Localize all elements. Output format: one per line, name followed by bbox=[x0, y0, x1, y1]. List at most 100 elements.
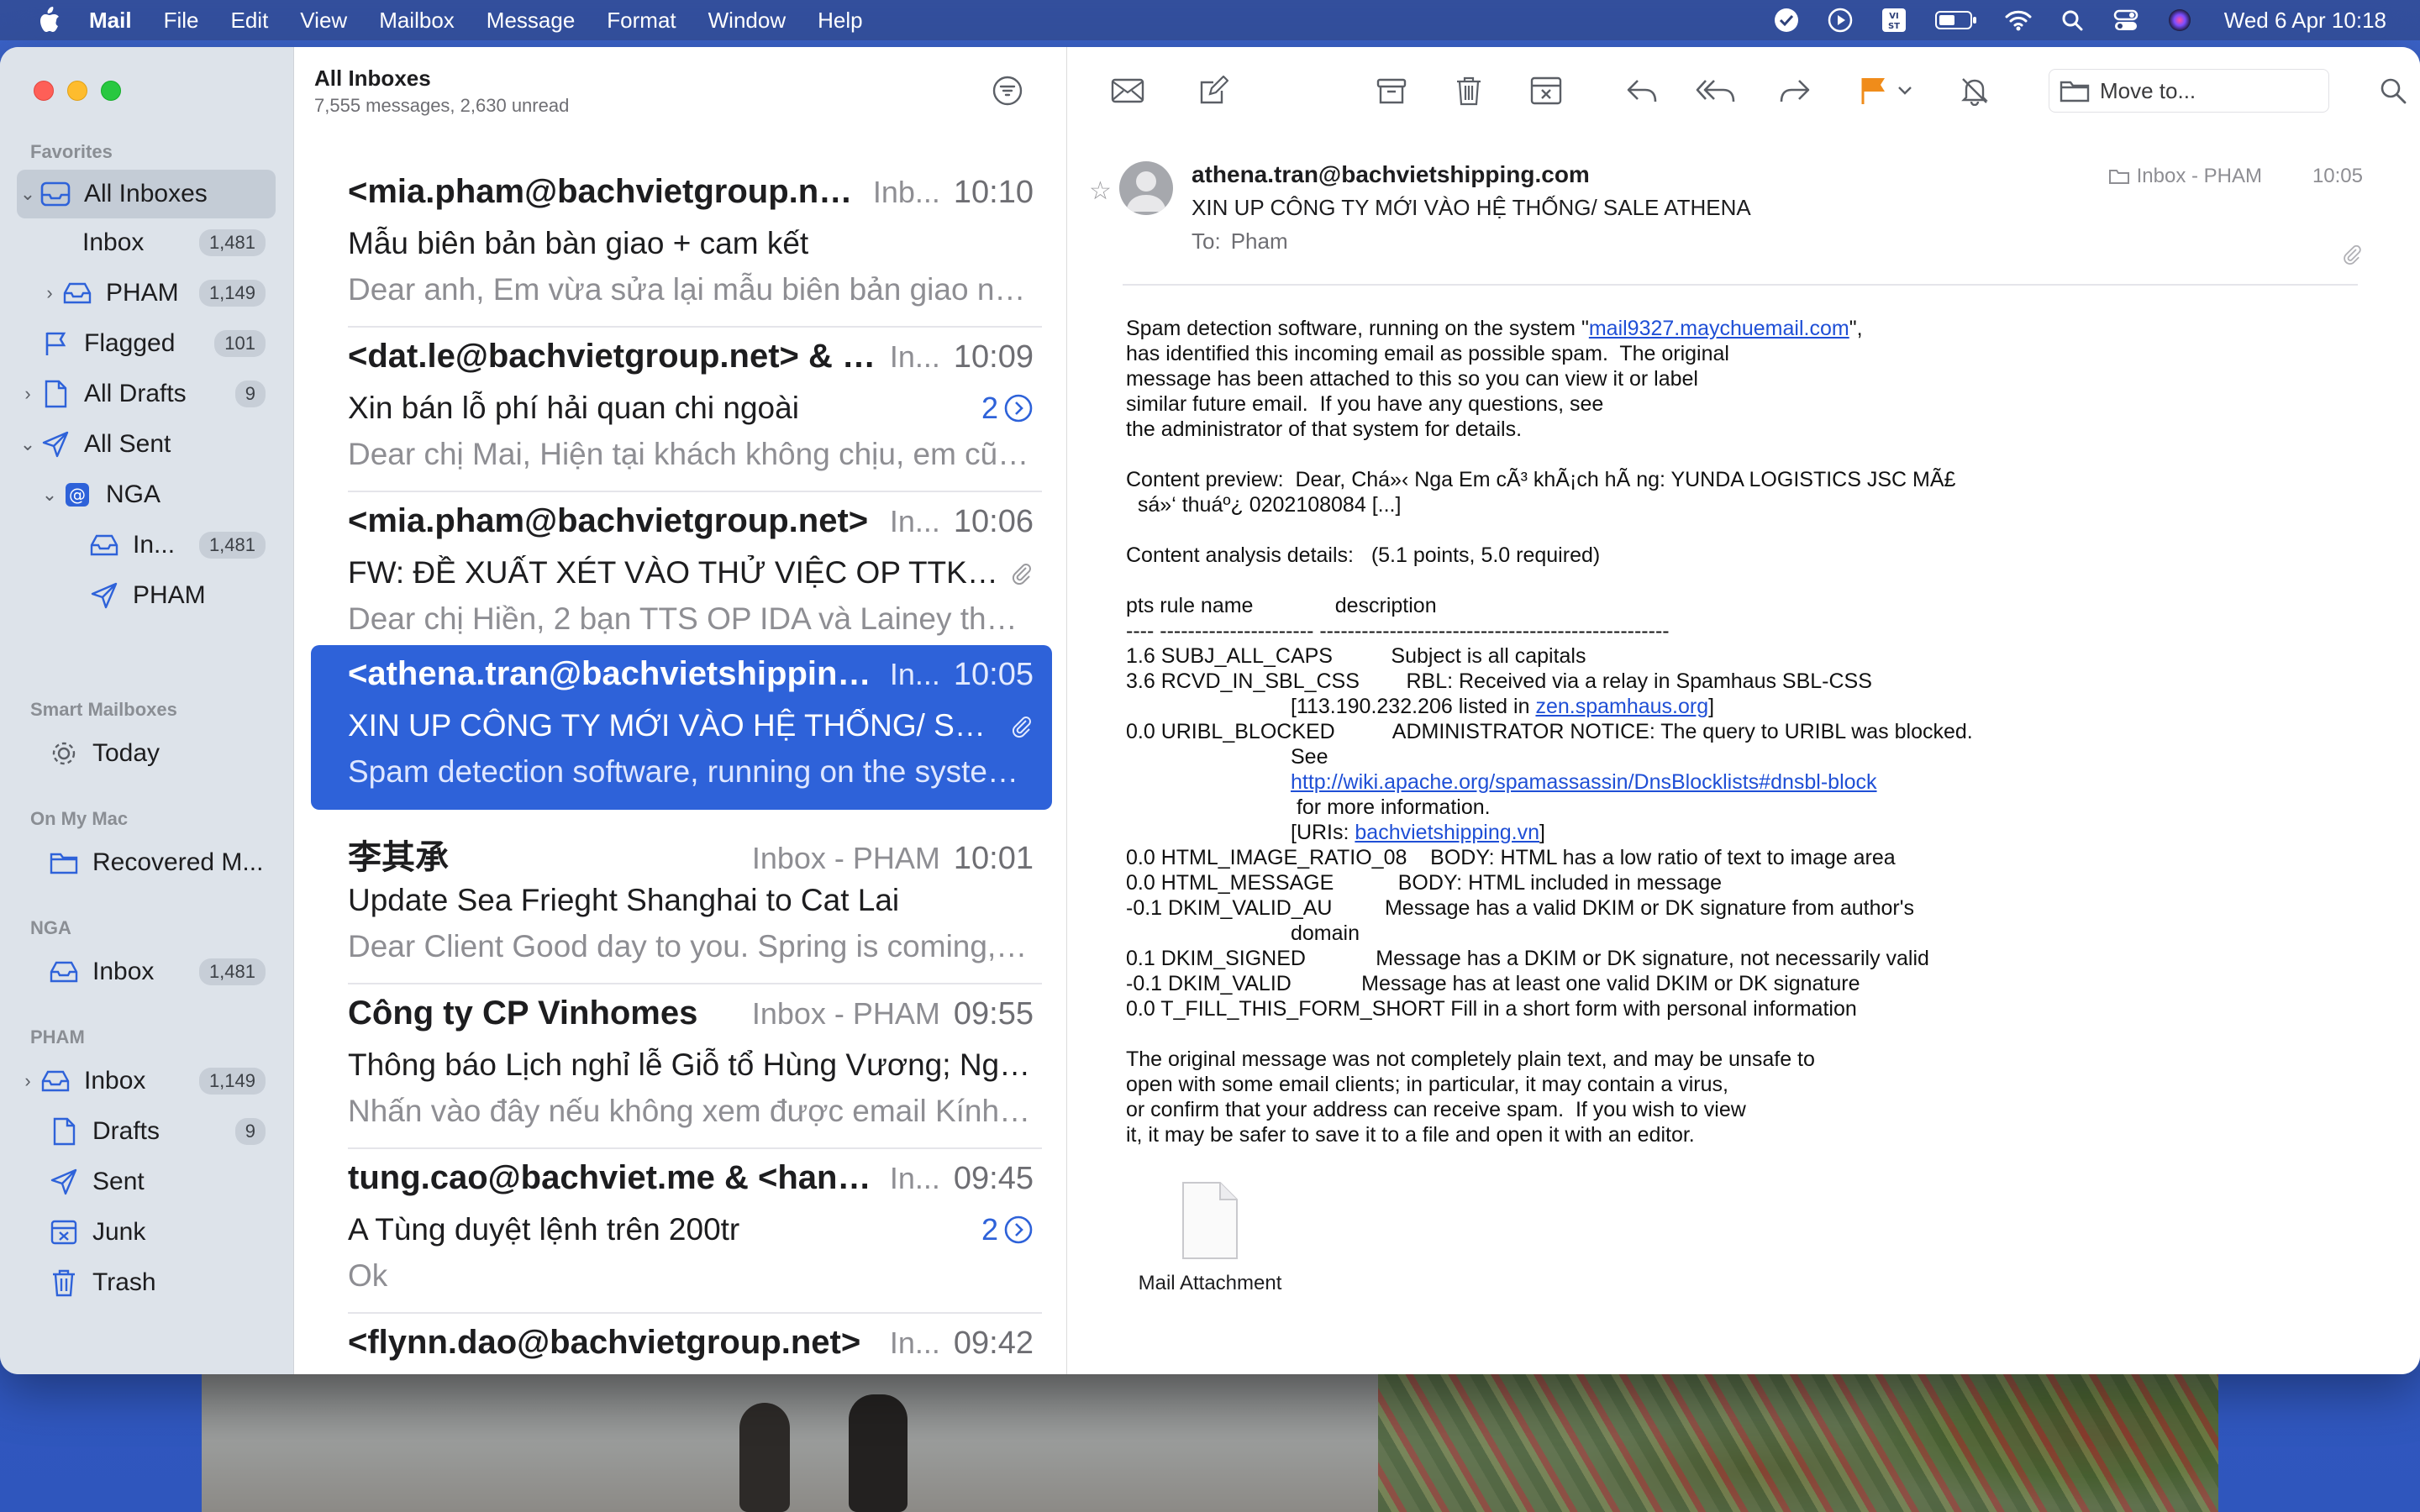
chevron-down-icon[interactable]: ⌄ bbox=[17, 183, 39, 205]
sidebar-item-pham[interactable]: › PHAM 1,149 bbox=[17, 269, 276, 318]
chevron-right-circle-icon bbox=[1004, 1215, 1033, 1244]
sidebar-item-pham-inbox[interactable]: › Inbox 1,149 bbox=[17, 1057, 276, 1105]
sidebar-item-sent-pham[interactable]: PHAM bbox=[17, 571, 276, 620]
zoom-window-button[interactable] bbox=[101, 81, 121, 101]
paper-plane-icon bbox=[39, 428, 72, 461]
thread-count[interactable]: 2 bbox=[981, 391, 1034, 426]
body-line: ---- ---------------------- ------------… bbox=[1126, 619, 1670, 643]
spam-system-link[interactable]: mail9327.maychuemail.com bbox=[1589, 317, 1849, 340]
sidebar-item-label: In... bbox=[133, 531, 176, 559]
compose-icon bbox=[1200, 76, 1228, 104]
message-row[interactable]: <mia.pham@bachvietgroup.net> In... 10:06 F… bbox=[311, 492, 1052, 657]
message-row[interactable]: <mia.pham@bachvietgroup.net> Inb... 10:10 … bbox=[311, 163, 1052, 328]
unread-count-badge: 1,481 bbox=[198, 958, 266, 985]
archive-button[interactable] bbox=[1371, 71, 1412, 111]
sidebar-item-nga-inbox[interactable]: In... 1,481 bbox=[17, 521, 276, 570]
menu-view[interactable]: View bbox=[300, 8, 347, 34]
thread-count-label: 2 bbox=[981, 391, 998, 425]
chevron-down-icon[interactable]: ⌄ bbox=[39, 484, 60, 506]
battery-icon[interactable] bbox=[1933, 6, 1979, 34]
message-row-selected[interactable]: <athena.tran@bachvietshipping.com> In... 1… bbox=[311, 645, 1052, 810]
forward-button[interactable] bbox=[1775, 71, 1815, 111]
sidebar-item-pham-drafts[interactable]: Drafts 9 bbox=[17, 1107, 276, 1156]
message-row[interactable]: Công ty CP Vinhomes Inbox - PHAM 09:55 Thô… bbox=[311, 984, 1052, 1149]
menu-format[interactable]: Format bbox=[607, 8, 676, 34]
junk-button[interactable] bbox=[1526, 71, 1566, 111]
chevron-right-icon[interactable]: › bbox=[17, 383, 39, 405]
menu-file[interactable]: File bbox=[164, 8, 199, 34]
uri-link[interactable]: bachvietshipping.vn bbox=[1355, 821, 1539, 844]
get-mail-button[interactable] bbox=[1107, 71, 1148, 111]
apache-wiki-link[interactable]: http://wiki.apache.org/spamassassin/DnsB… bbox=[1291, 770, 1877, 794]
compose-button[interactable] bbox=[1193, 71, 1234, 111]
menu-window[interactable]: Window bbox=[708, 8, 786, 34]
thread-count[interactable]: 2 bbox=[981, 1212, 1034, 1247]
spamhaus-link[interactable]: zen.spamhaus.org bbox=[1535, 695, 1708, 718]
tray-icon bbox=[39, 1064, 72, 1098]
menu-mailbox[interactable]: Mailbox bbox=[379, 8, 455, 34]
sender-address[interactable]: athena.tran@bachvietshipping.com bbox=[1192, 161, 1590, 188]
sidebar-item-all-sent[interactable]: ⌄ All Sent bbox=[17, 420, 276, 469]
gear-icon bbox=[47, 737, 81, 770]
sidebar-item-inbox[interactable]: Inbox 1,481 bbox=[17, 218, 276, 267]
search-button[interactable] bbox=[2373, 71, 2413, 111]
wallpaper-shoe bbox=[849, 1394, 908, 1512]
input-source-icon[interactable]: VI ST bbox=[1880, 6, 1908, 34]
attachment-label: Mail Attachment bbox=[1138, 1272, 1282, 1294]
sidebar-item-nga-section-inbox[interactable]: Inbox 1,481 bbox=[17, 948, 276, 996]
document-icon bbox=[1180, 1181, 1240, 1260]
sidebar-item-pham-trash[interactable]: Trash bbox=[17, 1258, 276, 1307]
menu-message[interactable]: Message bbox=[487, 8, 576, 34]
sidebar-item-recovered[interactable]: Recovered M... bbox=[17, 838, 276, 887]
menu-help[interactable]: Help bbox=[818, 8, 862, 34]
paperclip-icon bbox=[1012, 564, 1031, 585]
sidebar-item-nga[interactable]: ⌄ @ NGA bbox=[17, 470, 276, 519]
play-status-icon[interactable] bbox=[1826, 6, 1854, 34]
mail-attachment[interactable]: Mail Attachment bbox=[1126, 1181, 1294, 1295]
wifi-icon[interactable] bbox=[2004, 6, 2033, 34]
filter-icon[interactable] bbox=[991, 74, 1024, 108]
flag-menu-button[interactable] bbox=[1892, 71, 1918, 111]
body-text: [113.190.232.206 listed in bbox=[1291, 695, 1536, 718]
menubar-clock[interactable]: Wed 6 Apr 10:18 bbox=[2224, 8, 2386, 34]
close-window-button[interactable] bbox=[34, 81, 54, 101]
body-line: -0.1 DKIM_VALID Message has at least one… bbox=[1126, 972, 1860, 995]
body-line: 3.6 RCVD_IN_SBL_CSS RBL: Received via a … bbox=[1126, 669, 1872, 693]
move-to-button[interactable]: Move to... bbox=[2049, 69, 2329, 113]
sidebar-item-all-inboxes[interactable]: ⌄ All Inboxes bbox=[17, 170, 276, 218]
sidebar-item-all-drafts[interactable]: › All Drafts 9 bbox=[17, 370, 276, 418]
sidebar-section-favorites: Favorites bbox=[30, 141, 113, 162]
sidebar-item-pham-sent[interactable]: Sent bbox=[17, 1158, 276, 1206]
sidebar-section-on-my-mac: On My Mac bbox=[30, 808, 129, 829]
message-row[interactable]: 李其承 Inbox - PHAM 10:01 Update Sea Frieght … bbox=[311, 820, 1052, 984]
menu-edit[interactable]: Edit bbox=[230, 8, 268, 34]
control-center-icon[interactable] bbox=[2112, 6, 2140, 34]
apple-menu-icon[interactable] bbox=[37, 7, 62, 33]
delete-button[interactable] bbox=[1449, 71, 1489, 111]
chevron-right-icon[interactable]: › bbox=[17, 1070, 39, 1092]
sidebar-item-today[interactable]: Today bbox=[17, 729, 276, 778]
body-line: 0.1 DKIM_SIGNED Message has a DKIM or DK… bbox=[1126, 947, 1929, 970]
reply-button[interactable] bbox=[1622, 71, 1662, 111]
checkmark-status-icon[interactable] bbox=[1772, 6, 1801, 34]
spotlight-search-icon[interactable] bbox=[2058, 6, 2086, 34]
message-row[interactable]: <dat.le@bachvietgroup.net> & <mia.pham@b… bbox=[311, 328, 1052, 492]
siri-icon[interactable] bbox=[2165, 6, 2194, 34]
message-time: 10:09 bbox=[953, 339, 1034, 375]
chevron-down-icon[interactable]: ⌄ bbox=[17, 433, 39, 455]
message-row[interactable]: tung.cao@bachviet.me & <hang.nguyen@bach… bbox=[311, 1149, 1052, 1314]
recipient-name[interactable]: Pham bbox=[1231, 228, 1288, 254]
body-blank-line bbox=[1126, 442, 2361, 467]
minimize-window-button[interactable] bbox=[67, 81, 87, 101]
flag-button[interactable] bbox=[1854, 71, 1894, 111]
reply-all-button[interactable] bbox=[1696, 71, 1736, 111]
sidebar-item-flagged[interactable]: Flagged 101 bbox=[17, 319, 276, 368]
star-icon[interactable]: ☆ bbox=[1089, 176, 1112, 206]
menu-app-name[interactable]: Mail bbox=[89, 8, 132, 34]
sidebar-item-pham-junk[interactable]: Junk bbox=[17, 1208, 276, 1257]
mute-button[interactable] bbox=[1954, 71, 1995, 111]
chevron-right-icon[interactable]: › bbox=[39, 282, 60, 304]
message-row[interactable]: <flynn.dao@bachvietgroup.net> In... 09:42 bbox=[311, 1314, 1052, 1374]
avatar bbox=[1119, 161, 1173, 215]
at-sign-icon: @ bbox=[60, 478, 94, 512]
